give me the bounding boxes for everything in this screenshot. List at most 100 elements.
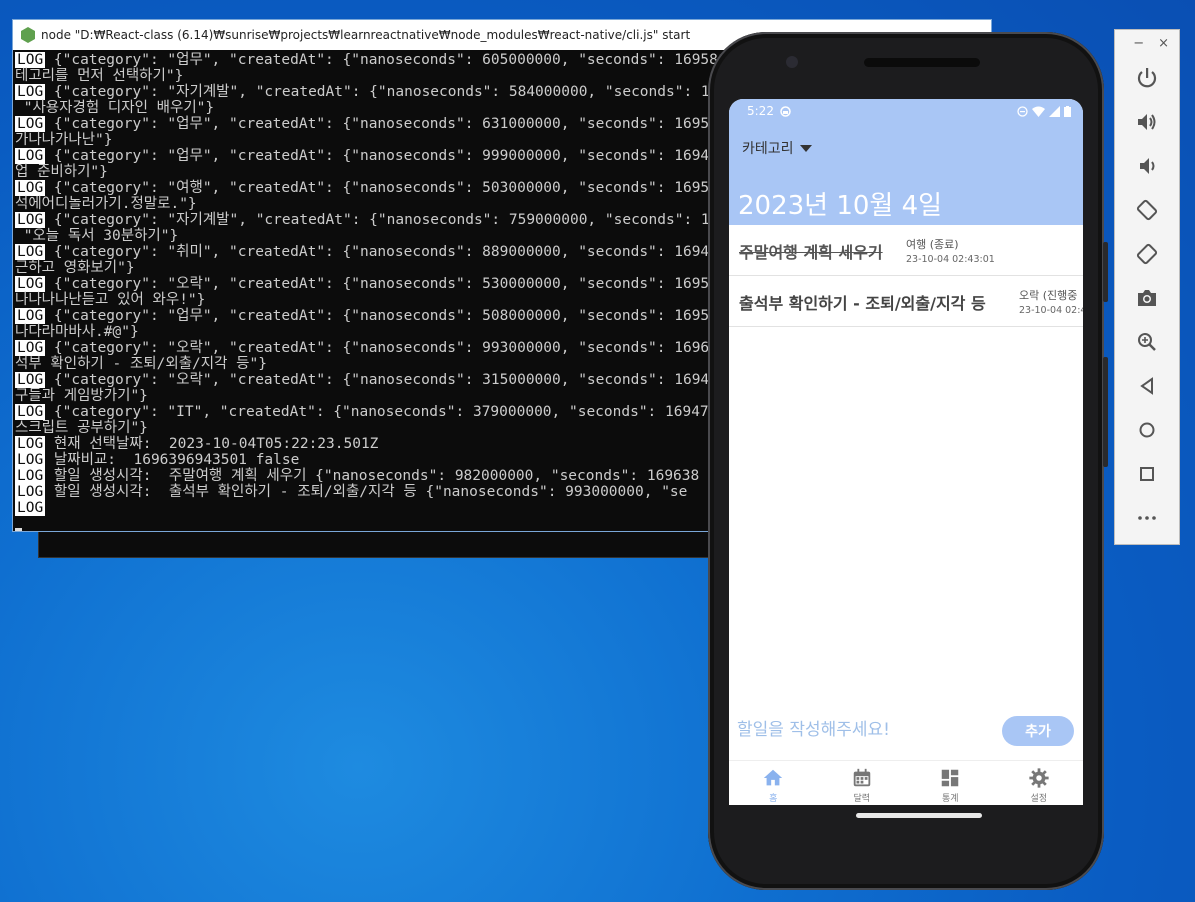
caret-down-icon [799,144,812,152]
log-tag: LOG [15,436,46,452]
todo-input-row: 추가 [729,711,1083,749]
front-camera [786,56,798,68]
tab-label: 설정 [1030,794,1048,804]
power-button[interactable] [1115,56,1179,100]
close-icon[interactable]: × [1158,36,1169,51]
todo-category-status: 오락 (진행중 [1019,289,1078,302]
log-tag: LOG [15,484,46,500]
volume-side-button [1103,357,1108,467]
dnd-icon [1017,105,1028,117]
log-tag: LOG [15,148,46,164]
console-line-text: {"category": "취미", "createdAt": {"nanose… [45,244,745,260]
calendar-icon [853,768,870,787]
todo-category-status: 여행 (종료) [906,238,959,251]
back-icon [1140,377,1153,395]
log-tag: LOG [15,308,46,324]
console-line-text: {"category": "업무", "createdAt": {"nanose… [45,52,771,68]
tab-label: 홈 [769,794,778,804]
todo-item[interactable]: 출석부 확인하기 - 조퇴/외출/지각 등 오락 (진행중 23-10-04 0… [729,276,1083,327]
tab-label: 통계 [941,794,959,804]
log-tag: LOG [15,84,46,100]
console-line-text: 날짜비교: 1696396943501 false [45,452,300,468]
console-line-text: 가나나가나난"} [15,132,113,148]
console-line-text: "오늘 독서 30분하기"} [15,228,179,244]
console-line-text: {"category": "업무", "createdAt": {"nanose… [45,308,745,324]
rotate-right-button[interactable] [1115,232,1179,276]
todo-timestamp: 23-10-04 02:4 [1019,305,1083,316]
console-line-text: {"category": "자기계발", "createdAt": {"nano… [45,212,745,228]
log-tag: LOG [15,404,46,420]
overview-icon [1140,467,1154,481]
more-button[interactable] [1115,496,1179,540]
console-line-text: 업 준비하기"} [15,164,108,180]
console-line-text: 테고리를 먼저 선택하기"} [15,68,184,84]
log-tag: LOG [15,52,46,68]
console-line-text: 나나나나난듣고 있어 와우!"} [15,292,206,308]
todo-title: 주말여행 계획 세우기 [739,243,883,262]
log-tag: LOG [15,340,46,356]
console-line-text: "사용자경험 디자인 배우기"} [15,100,215,116]
log-tag: LOG [15,276,46,292]
bottom-tab-bar: 홈 달력 통계 설정 [729,760,1083,805]
console-line-text: 나다라마바사.#@"} [15,324,139,340]
tab-calendar[interactable]: 달력 [818,761,907,805]
text-cursor [15,528,22,531]
console-line-text: {"category": "오락", "createdAt": {"nanose… [45,276,745,292]
console-line-text: {"category": "여행", "createdAt": {"nanose… [45,180,745,196]
app-header: 카테고리 2023년 10월 4일 [729,123,1083,225]
overview-button[interactable] [1115,452,1179,496]
phone-screen[interactable]: 5:22 카테고리 2023년 10월 4일 주말여행 계획 세우기 여행 (종… [729,99,1083,805]
category-label: 카테고리 [742,141,794,157]
volume-up-button[interactable] [1115,100,1179,144]
console-line-text: 구들과 게임방가기"} [15,388,148,404]
console-line-text: 스크립트 공부하기"} [15,420,148,436]
tab-settings[interactable]: 설정 [995,761,1084,805]
console-line-text: {"category": "업무", "createdAt": {"nanose… [45,116,745,132]
more-icon [1138,516,1156,520]
back-button[interactable] [1115,364,1179,408]
power-side-button [1103,242,1108,302]
rotate-left-icon [1136,199,1158,221]
log-tag: LOG [15,212,46,228]
category-dropdown[interactable]: 카테고리 [742,138,812,158]
home-circle-icon [1139,422,1155,438]
log-tag: LOG [15,452,46,468]
screenshot-button[interactable] [1115,276,1179,320]
gear-icon [1029,768,1049,788]
node-icon [21,27,35,43]
console-line-text: {"category": "오락", "createdAt": {"nanose… [45,372,745,388]
log-tag: LOG [15,468,46,484]
log-tag: LOG [15,244,46,260]
zoom-icon [1138,333,1156,351]
todo-meta: 여행 (종료) 23-10-04 02:43:01 [906,236,995,265]
status-time: 5:22 [747,104,774,118]
console-line-text: {"category": "오락", "createdAt": {"nanose… [45,340,745,356]
minimize-icon[interactable]: − [1133,36,1144,51]
console-line-text: {"category": "업무", "createdAt": {"nanose… [45,148,745,164]
todo-input[interactable] [735,715,969,745]
add-button[interactable]: 추가 [1002,716,1074,746]
battery-icon [1064,105,1071,117]
gesture-home-bar[interactable] [856,813,982,818]
log-tag: LOG [15,116,46,132]
tab-home[interactable]: 홈 [729,761,818,805]
home-button[interactable] [1115,408,1179,452]
zoom-button[interactable] [1115,320,1179,364]
notification-icon [780,105,791,117]
console-line-text: 할일 생성시각: 주말여행 계획 세우기 {"nanoseconds": 982… [45,468,700,484]
volume-up-icon [1138,114,1156,130]
todo-timestamp: 23-10-04 02:43:01 [906,254,995,265]
console-line-text: 현재 선택날짜: 2023-10-04T05:22:23.501Z [45,436,379,452]
tab-stats[interactable]: 통계 [906,761,995,805]
todo-item[interactable]: 주말여행 계획 세우기 여행 (종료) 23-10-04 02:43:01 [729,225,1083,276]
emulator-toolbar: − × [1114,29,1180,545]
power-icon [1137,68,1157,88]
android-phone: 5:22 카테고리 2023년 10월 4일 주말여행 계획 세우기 여행 (종… [708,32,1108,890]
console-line-text: {"category": "IT", "createdAt": {"nanose… [45,404,762,420]
rotate-left-button[interactable] [1115,188,1179,232]
date-title[interactable]: 2023년 10월 4일 [738,185,942,222]
volume-down-button[interactable] [1115,144,1179,188]
wifi-icon [1032,106,1045,117]
console-line-text: 석부 확인하기 - 조퇴/외출/지각 등"} [15,356,267,372]
signal-icon [1049,105,1060,117]
